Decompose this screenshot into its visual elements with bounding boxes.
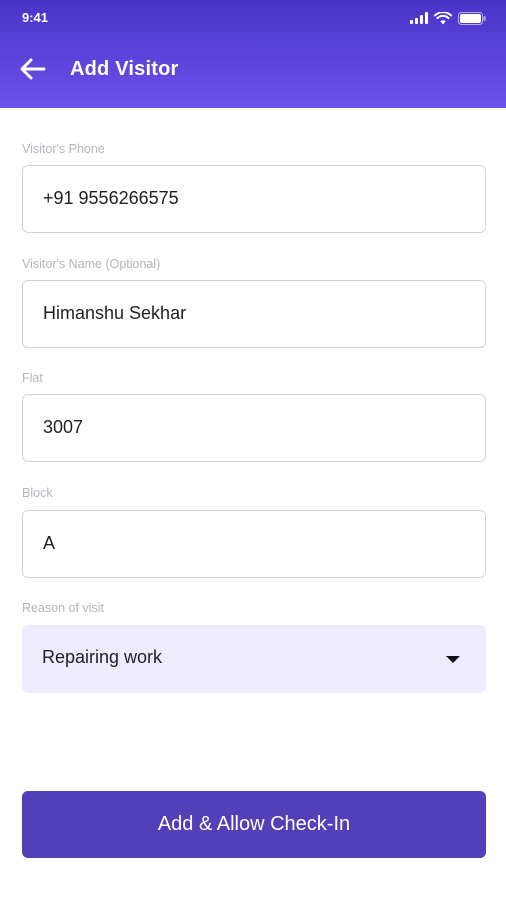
- flat-field[interactable]: 3007: [22, 394, 486, 462]
- status-bar: 9:41: [0, 0, 506, 36]
- add-visitor-screen: 9:41 Add Visitor Visitor's Phone +91 955…: [0, 0, 506, 900]
- block-field[interactable]: A: [22, 510, 486, 578]
- reason-label: Reason of visit: [22, 601, 104, 615]
- battery-icon: [458, 11, 486, 25]
- app-bar: Add Visitor: [0, 36, 506, 108]
- name-label: Visitor's Name (Optional): [22, 257, 161, 271]
- add-allow-checkin-button[interactable]: Add & Allow Check-In: [22, 791, 486, 858]
- wifi-icon: [434, 11, 452, 25]
- flat-label: Flat: [22, 371, 43, 385]
- block-label: Block: [22, 486, 53, 500]
- status-icons: [410, 10, 486, 26]
- phone-field[interactable]: +91 9556266575: [22, 165, 486, 233]
- reason-value: Repairing work: [42, 647, 163, 667]
- phone-label: Visitor's Phone: [22, 142, 105, 156]
- phone-value: +91 9556266575: [43, 188, 179, 208]
- flat-value: 3007: [43, 417, 84, 437]
- name-value: Himanshu Sekhar: [43, 303, 187, 323]
- arrow-left-icon: [20, 58, 46, 85]
- back-button[interactable]: [16, 54, 50, 88]
- caret-down-icon: [446, 656, 460, 663]
- block-value: A: [43, 533, 56, 553]
- reason-select[interactable]: Repairing work: [22, 625, 486, 693]
- page-title: Add Visitor: [70, 58, 179, 80]
- name-field[interactable]: Himanshu Sekhar: [22, 280, 486, 348]
- header: 9:41 Add Visitor: [0, 0, 506, 108]
- status-time: 9:41: [22, 10, 49, 25]
- signal-icon: [410, 12, 428, 24]
